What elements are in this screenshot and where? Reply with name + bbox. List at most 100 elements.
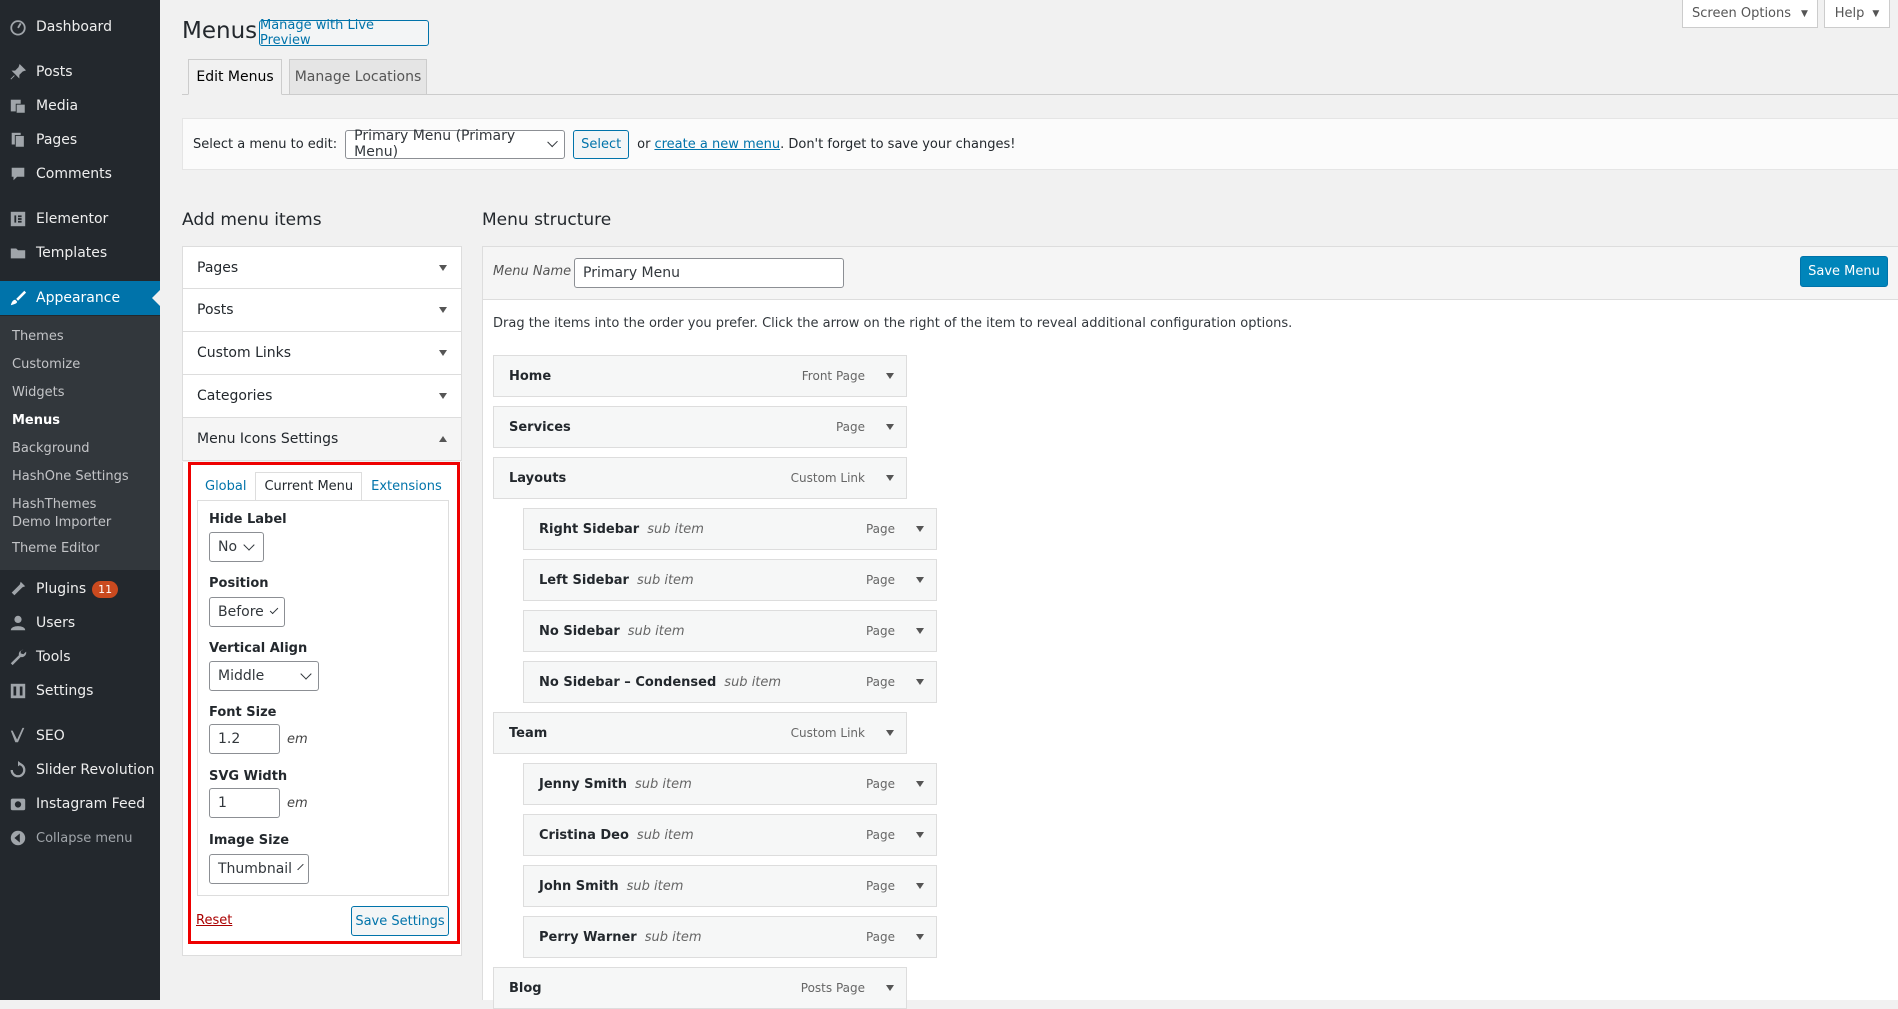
- live-preview-button[interactable]: Manage with Live Preview: [259, 18, 429, 48]
- arrow-down-icon[interactable]: [916, 526, 924, 532]
- menu-item-title: Right Sidebar: [539, 521, 640, 537]
- sidebar-item-plugins[interactable]: Plugins 11: [0, 572, 160, 606]
- menu-item[interactable]: Team Custom Link: [493, 712, 907, 754]
- menu-item-type: Page: [865, 828, 895, 842]
- dashboard-icon: [0, 18, 36, 36]
- hide-label-select[interactable]: No: [209, 532, 264, 562]
- tab-extensions[interactable]: Extensions: [362, 472, 451, 501]
- sidebar-item-comments[interactable]: Comments: [0, 157, 160, 191]
- user-icon: [0, 614, 36, 632]
- menu-item[interactable]: Services Page: [493, 406, 907, 448]
- arrow-down-icon[interactable]: [886, 373, 894, 379]
- tabs-divider: [182, 94, 1898, 95]
- sidebar-item-posts[interactable]: Posts: [0, 55, 160, 89]
- menu-item[interactable]: No Sidebar – Condensed sub item Page: [523, 661, 937, 703]
- screen-options-button[interactable]: Screen Options ▼: [1682, 0, 1818, 28]
- menu-item-sub-label: sub item: [644, 929, 702, 945]
- menu-item-type: Posts Page: [800, 981, 865, 995]
- select-button[interactable]: Select: [573, 129, 630, 159]
- create-new-menu-link[interactable]: create a new menu: [654, 137, 780, 152]
- pin-icon: [0, 63, 36, 81]
- sidebar-item-seo[interactable]: SEO: [0, 719, 160, 753]
- chevron-down-icon: [297, 863, 304, 871]
- menu-select[interactable]: Primary Menu (Primary Menu): [345, 128, 566, 160]
- menu-item-title: Services: [509, 419, 571, 435]
- accordion-categories[interactable]: Categories: [182, 375, 462, 418]
- submenu-customize[interactable]: Customize: [12, 356, 152, 374]
- submenu-widgets[interactable]: Widgets: [12, 384, 152, 402]
- sidebar-item-users[interactable]: Users: [0, 606, 160, 640]
- menu-item[interactable]: Blog Posts Page: [493, 967, 907, 1009]
- image-size-select[interactable]: Thumbnail: [209, 854, 309, 884]
- menu-item-sub-label: sub item: [635, 776, 692, 792]
- menu-item[interactable]: Left Sidebar sub item Page: [523, 559, 937, 601]
- sidebar-item-settings[interactable]: Settings: [0, 674, 160, 708]
- accordion-menu-icons-settings[interactable]: Menu Icons Settings: [182, 418, 462, 461]
- arrow-down-icon[interactable]: [886, 985, 894, 991]
- menu-item[interactable]: Right Sidebar sub item Page: [523, 508, 937, 550]
- menu-item[interactable]: Layouts Custom Link: [493, 457, 907, 499]
- settings-icon: [0, 682, 36, 700]
- menu-item[interactable]: John Smith sub item Page: [523, 865, 937, 907]
- accordion-custom-links[interactable]: Custom Links: [182, 332, 462, 375]
- sidebar-item-slider-revolution[interactable]: Slider Revolution: [0, 753, 160, 787]
- menu-item[interactable]: Cristina Deo sub item Page: [523, 814, 937, 856]
- sidebar-item-media[interactable]: Media: [0, 89, 160, 123]
- screen-options-label: Screen Options: [1692, 6, 1792, 21]
- help-button[interactable]: Help ▼: [1824, 0, 1890, 28]
- sidebar-item-pages[interactable]: Pages: [0, 123, 160, 157]
- arrow-down-icon[interactable]: [916, 832, 924, 838]
- sidebar-item-templates[interactable]: Templates: [0, 236, 160, 270]
- menu-item[interactable]: Perry Warner sub item Page: [523, 916, 937, 958]
- submenu-themes[interactable]: Themes: [12, 328, 152, 346]
- font-size-input[interactable]: 1.2: [209, 724, 280, 754]
- sidebar-item-tools[interactable]: Tools: [0, 640, 160, 674]
- menu-name-input[interactable]: Primary Menu: [574, 258, 844, 288]
- arrow-down-icon[interactable]: [916, 577, 924, 583]
- arrow-down-icon[interactable]: [916, 628, 924, 634]
- svg-width-input[interactable]: 1: [209, 788, 280, 818]
- menu-icons-tabs: Global Current Menu Extensions: [196, 472, 451, 501]
- menu-item[interactable]: No Sidebar sub item Page: [523, 610, 937, 652]
- arrow-down-icon: [439, 393, 447, 399]
- submenu-menus[interactable]: Menus: [12, 412, 152, 430]
- arrow-down-icon: [439, 307, 447, 313]
- menu-item[interactable]: Jenny Smith sub item Page: [523, 763, 937, 805]
- menu-item[interactable]: Home Front Page: [493, 355, 907, 397]
- arrow-down-icon[interactable]: [886, 475, 894, 481]
- accordion-pages[interactable]: Pages: [182, 246, 462, 289]
- submenu-background[interactable]: Background: [12, 440, 152, 458]
- save-menu-button[interactable]: Save Menu: [1800, 256, 1888, 287]
- menu-item-type: Page: [835, 420, 865, 434]
- menu-item-sub-label: sub item: [724, 674, 782, 690]
- submenu-hashone-settings[interactable]: HashOne Settings: [12, 468, 152, 486]
- reset-link[interactable]: Reset: [196, 913, 232, 928]
- collapse-menu-button[interactable]: Collapse menu: [0, 821, 160, 855]
- vertical-align-select[interactable]: Middle: [209, 661, 319, 691]
- accordion-posts[interactable]: Posts: [182, 289, 462, 332]
- tab-edit-menus[interactable]: Edit Menus: [188, 59, 282, 95]
- tab-global[interactable]: Global: [196, 472, 255, 501]
- submenu-demo-importer[interactable]: HashThemes Demo Importer: [12, 496, 132, 532]
- submenu-theme-editor[interactable]: Theme Editor: [12, 540, 152, 558]
- save-settings-button[interactable]: Save Settings: [351, 906, 449, 936]
- position-select[interactable]: Before: [209, 597, 285, 627]
- chevron-down-icon: [243, 539, 255, 551]
- tab-current-menu[interactable]: Current Menu: [255, 472, 363, 501]
- menu-item-sub-label: sub item: [636, 827, 694, 843]
- arrow-down-icon[interactable]: [916, 934, 924, 940]
- page-title: Menus: [182, 18, 258, 44]
- menu-item-title: Team: [509, 725, 548, 741]
- plugins-update-badge: 11: [92, 580, 119, 598]
- arrow-down-icon[interactable]: [886, 424, 894, 430]
- sidebar-item-elementor[interactable]: Elementor: [0, 202, 160, 236]
- tab-manage-locations[interactable]: Manage Locations: [289, 59, 427, 95]
- arrow-down-icon[interactable]: [916, 883, 924, 889]
- arrow-down-icon[interactable]: [886, 730, 894, 736]
- sidebar-item-dashboard[interactable]: Dashboard: [0, 10, 160, 44]
- sidebar-item-instagram-feed[interactable]: Instagram Feed: [0, 787, 160, 821]
- arrow-down-icon[interactable]: [916, 781, 924, 787]
- sidebar-item-appearance[interactable]: Appearance: [0, 281, 160, 315]
- menu-item-type: Page: [865, 930, 895, 944]
- arrow-down-icon[interactable]: [916, 679, 924, 685]
